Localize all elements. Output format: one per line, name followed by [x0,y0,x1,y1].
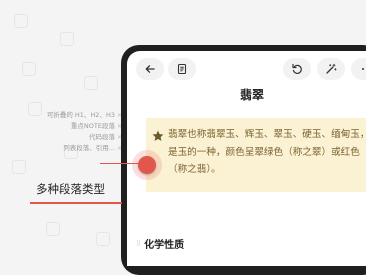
feature-item: 可折叠的 H1、H2、H3 × [46,111,122,119]
star-icon [152,130,164,141]
magic-button[interactable] [317,58,345,80]
phone-screen: 翡翠 翡翠也称翡翠玉、辉玉、翠玉、硬玉、缅甸玉，是玉的一种，颜色呈翠绿色（称之翠… [127,51,366,266]
drag-handle-icon[interactable]: ⠿ [136,240,141,248]
decorative-icon [14,14,28,28]
decorative-icon [12,160,26,174]
decorative-icon [46,222,60,236]
callout-underline [30,202,122,204]
undo-button[interactable] [283,58,311,80]
callout-dot [138,156,156,174]
more-button[interactable] [351,58,366,80]
decorative-icon [84,76,98,90]
decorative-icon [22,62,36,76]
document-outline-icon [177,63,187,75]
note-text: 翡翠也称翡翠玉、辉玉、翠玉、硬玉、缅甸玉，是玉的一种，颜色呈翠绿色（称之翠）或红… [168,129,366,175]
back-arrow-icon [145,65,155,73]
callout-label: 多种段落类型 [36,182,105,196]
feature-item: 列表段落、引用... × [63,144,122,152]
decorative-icon [60,32,74,46]
note-paragraph[interactable]: 翡翠也称翡翠玉、辉玉、翠玉、硬玉、缅甸玉，是玉的一种，颜色呈翠绿色（称之翠）或红… [146,118,366,192]
magic-wand-icon [326,63,337,74]
undo-icon [292,63,302,74]
feature-item: 重点NOTE段落 × [70,122,122,130]
feature-list: 可折叠的 H1、H2、H3 × 重点NOTE段落 × 代码段落 × 列表段落、引用..… [47,110,122,154]
feature-item: 代码段落 × [88,133,122,141]
decorative-icon [28,102,42,116]
decorative-icon [96,232,110,246]
page-title: 翡翠 [239,88,264,102]
outline-button[interactable] [168,58,196,80]
back-button[interactable] [136,58,164,80]
more-icon [362,68,364,70]
section-heading[interactable]: ⠿ 化学性质 [136,236,185,252]
section-heading-text: 化学性质 [144,240,185,251]
